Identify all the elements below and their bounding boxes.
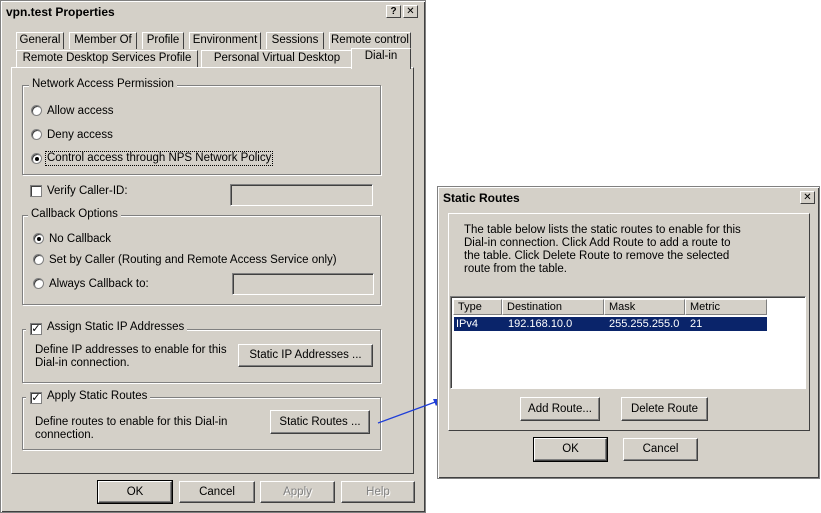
nps-policy-label[interactable]: Control access through NPS Network Polic…	[44, 151, 274, 166]
static-routes-title: Static Routes	[443, 191, 520, 205]
no-callback-label[interactable]: No Callback	[49, 233, 111, 246]
delete-route-button[interactable]: Delete Route	[621, 397, 708, 421]
static-routes-checkbox[interactable]: ✓	[30, 392, 42, 404]
routes-desc-3: the table. Click Delete Route to remove …	[464, 250, 730, 262]
deny-access-label[interactable]: Deny access	[47, 129, 113, 142]
ok-button[interactable]: OK	[97, 480, 173, 504]
static-routes-title-bar: Static Routes	[440, 189, 817, 207]
tab-personal-virtual-desktop[interactable]: Personal Virtual Desktop	[201, 50, 353, 67]
static-ip-legend: ✓ Assign Static IP Addresses	[26, 321, 188, 335]
deny-access-radio[interactable]	[31, 129, 42, 140]
caller-id-field[interactable]	[230, 184, 373, 206]
route-mask: 255.255.255.0	[609, 318, 680, 330]
set-by-caller-radio[interactable]	[33, 254, 44, 265]
route-metric: 21	[690, 318, 703, 330]
tab-member-of[interactable]: Member Of	[69, 32, 137, 49]
properties-title: vpn.test Properties	[6, 5, 115, 19]
close-icon[interactable]: ✕	[403, 5, 418, 18]
routes-table[interactable]: Type Destination Mask Metric IPv4 192.16…	[450, 296, 806, 389]
nap-legend: Network Access Permission	[29, 78, 177, 91]
callback-number-field[interactable]	[232, 273, 374, 295]
column-header-destination[interactable]: Destination	[502, 299, 604, 315]
static-ip-desc-1: Define IP addresses to enable for this	[35, 344, 227, 356]
static-routes-desc-1: Define routes to enable for this Dial-in	[35, 416, 228, 428]
static-routes-label[interactable]: Apply Static Routes	[47, 390, 147, 402]
allow-access-label[interactable]: Allow access	[47, 105, 113, 118]
properties-title-bar: vpn.test Properties	[3, 3, 423, 21]
route-destination: 192.168.10.0	[508, 318, 573, 330]
static-routes-desc-2: connection.	[35, 429, 94, 441]
tab-profile[interactable]: Profile	[142, 32, 184, 49]
help-icon[interactable]: ?	[386, 5, 401, 18]
apply-button[interactable]: Apply	[260, 481, 335, 503]
column-header-metric[interactable]: Metric	[685, 299, 767, 315]
routes-desc-1: The table below lists the static routes …	[464, 224, 741, 236]
properties-window: vpn.test Properties ? ✕ General Member O…	[0, 0, 426, 513]
static-routes-dialog: Static Routes ✕ The table below lists th…	[437, 186, 820, 479]
static-ip-desc-2: Dial-in connection.	[35, 357, 130, 369]
routes-desc-2: Dial-in connection. Click Add Route to a…	[464, 237, 731, 249]
dialog-ok-button[interactable]: OK	[533, 437, 608, 462]
table-row[interactable]: IPv4 192.168.10.0 255.255.255.0 21	[454, 317, 767, 331]
dialog-cancel-button[interactable]: Cancel	[623, 438, 698, 461]
nps-policy-radio[interactable]	[31, 153, 42, 164]
static-ip-label[interactable]: Assign Static IP Addresses	[47, 321, 184, 333]
static-ip-addresses-button[interactable]: Static IP Addresses ...	[238, 344, 373, 367]
routes-desc-4: route from the table.	[464, 263, 567, 275]
always-callback-radio[interactable]	[33, 278, 44, 289]
static-routes-legend: ✓ Apply Static Routes	[26, 390, 151, 404]
cancel-button[interactable]: Cancel	[179, 481, 255, 503]
static-routes-button[interactable]: Static Routes ...	[270, 410, 370, 434]
callback-legend: Callback Options	[28, 208, 121, 221]
always-callback-label[interactable]: Always Callback to:	[49, 278, 149, 291]
route-type: IPv4	[456, 318, 479, 330]
tab-sessions[interactable]: Sessions	[266, 32, 324, 49]
verify-caller-id-checkbox[interactable]	[30, 185, 42, 197]
tab-rds-profile[interactable]: Remote Desktop Services Profile	[16, 50, 198, 67]
column-header-mask[interactable]: Mask	[604, 299, 685, 315]
tab-general[interactable]: General	[16, 32, 64, 49]
tab-remote-control[interactable]: Remote control	[329, 32, 411, 49]
tab-dial-in[interactable]: Dial-in	[351, 48, 411, 69]
verify-caller-id-label[interactable]: Verify Caller-ID:	[47, 185, 128, 198]
static-ip-checkbox[interactable]: ✓	[30, 323, 42, 335]
column-header-type[interactable]: Type	[453, 299, 502, 315]
tab-environment[interactable]: Environment	[189, 32, 261, 49]
no-callback-radio[interactable]	[33, 233, 44, 244]
dialog-close-icon[interactable]: ✕	[800, 191, 815, 204]
set-by-caller-label[interactable]: Set by Caller (Routing and Remote Access…	[49, 254, 337, 267]
allow-access-radio[interactable]	[31, 105, 42, 116]
add-route-button[interactable]: Add Route...	[520, 397, 600, 421]
help-button[interactable]: Help	[341, 481, 415, 503]
